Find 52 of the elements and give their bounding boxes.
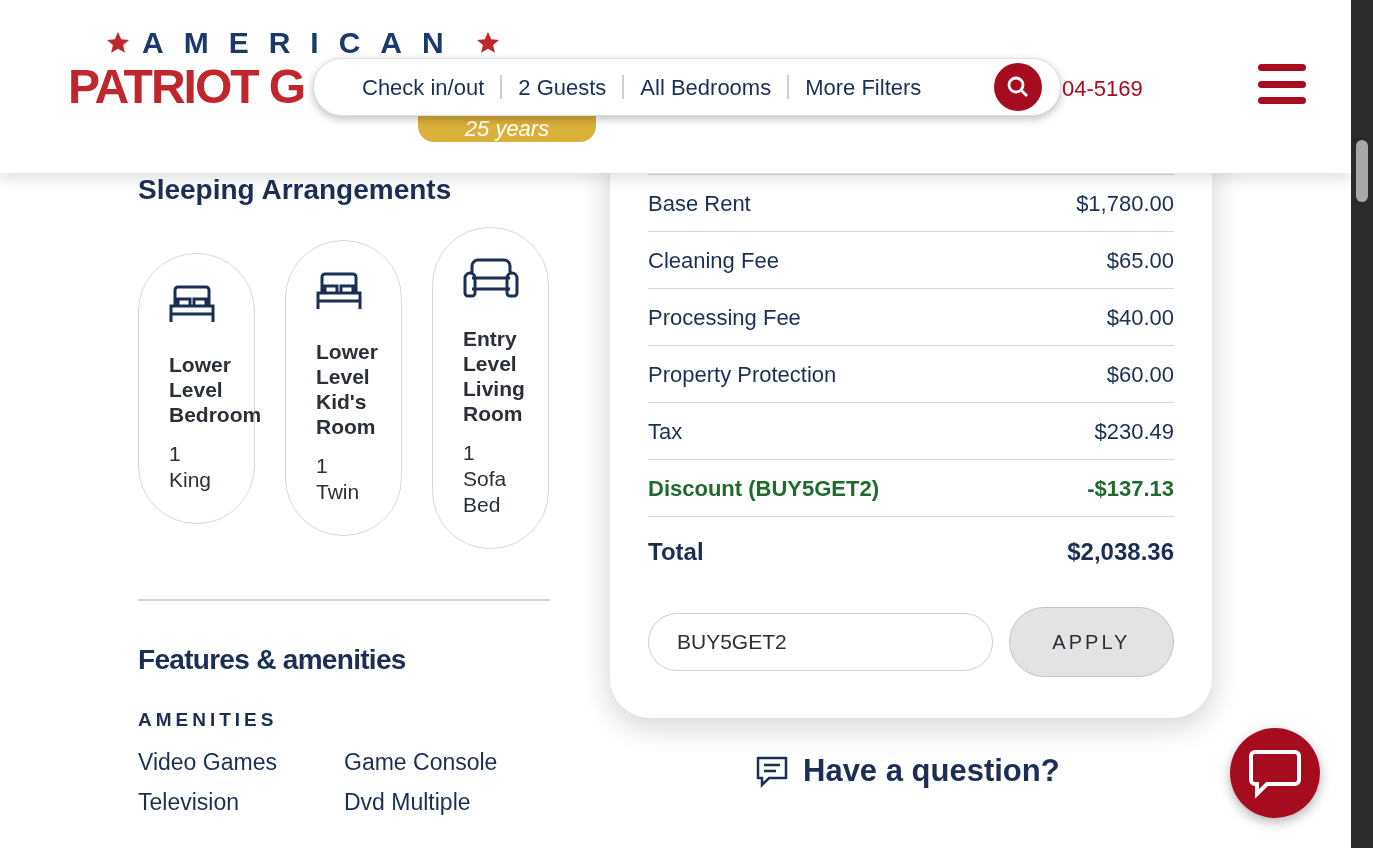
price-amount: $65.00: [1106, 246, 1174, 275]
price-label: Base Rent: [648, 189, 751, 218]
price-label: Cleaning Fee: [648, 246, 779, 275]
bed-type: King: [169, 466, 213, 493]
subsection-heading: AMENITIES: [138, 710, 279, 729]
bed-count: 1: [463, 440, 476, 466]
price-label: Property Protection: [648, 360, 837, 389]
apply-button[interactable]: APPLY: [1008, 607, 1174, 677]
price-amount: -$137.13: [1087, 474, 1174, 503]
phone-number[interactable]: 04-5169: [1062, 72, 1143, 105]
coupon-field[interactable]: BUY5GET2: [648, 613, 993, 671]
filter-button[interactable]: More Filters: [805, 70, 922, 104]
price-label: Processing Fee: [648, 303, 801, 332]
bed-count: 1: [316, 453, 329, 479]
logo-text: PATRIOT G: [68, 63, 305, 111]
section-heading: Sleeping Arrangements: [138, 176, 453, 204]
bed-type: Sofa Bed: [463, 466, 508, 518]
filter-button[interactable]: 2 Guests: [518, 70, 607, 104]
question-heading: Have a question?: [803, 752, 1060, 790]
logo-text: AMERICAN: [142, 28, 464, 58]
total-label: Total: [648, 537, 704, 567]
menu-button[interactable]: [1258, 64, 1306, 104]
star-icon: [106, 31, 130, 55]
bed-icon: [169, 283, 215, 324]
price-label: Discount (BUY5GET2): [648, 474, 880, 503]
search-icon: [1006, 75, 1030, 99]
price-amount: $230.49: [1094, 417, 1174, 446]
ribbon-text: 25 years: [464, 118, 550, 140]
bed-icon: [316, 271, 362, 311]
amenity-item: Game Console: [344, 748, 499, 777]
total-amount: $2,038.36: [1067, 537, 1174, 567]
price-amount: $1,780.00: [1076, 189, 1174, 218]
room-name: Lower Level Bedroom: [169, 351, 263, 427]
filter-button[interactable]: Check in/out: [362, 70, 485, 104]
price-amount: $60.00: [1106, 360, 1174, 389]
bed-type: Twin: [316, 479, 361, 505]
amenity-item: Video Games: [138, 748, 278, 777]
filter-button[interactable]: All Bedrooms: [640, 70, 772, 104]
room-name: Entry Level Living Room: [463, 326, 526, 426]
section-heading: Features & amenities: [138, 646, 407, 674]
price-amount: $40.00: [1106, 303, 1174, 332]
price-label: Tax: [648, 417, 683, 446]
bed-count: 1: [169, 440, 182, 467]
chat-icon: [1249, 748, 1301, 798]
chat-button[interactable]: [1230, 728, 1320, 818]
room-name: Lower Level Kid's Room: [316, 339, 379, 439]
amenity-item: Television: [138, 788, 240, 817]
star-icon: [475, 31, 500, 55]
search-button[interactable]: [994, 63, 1042, 111]
amenity-item: Dvd Multiple: [344, 788, 472, 817]
chat-icon: [755, 754, 789, 789]
sofa-icon: [463, 258, 519, 298]
